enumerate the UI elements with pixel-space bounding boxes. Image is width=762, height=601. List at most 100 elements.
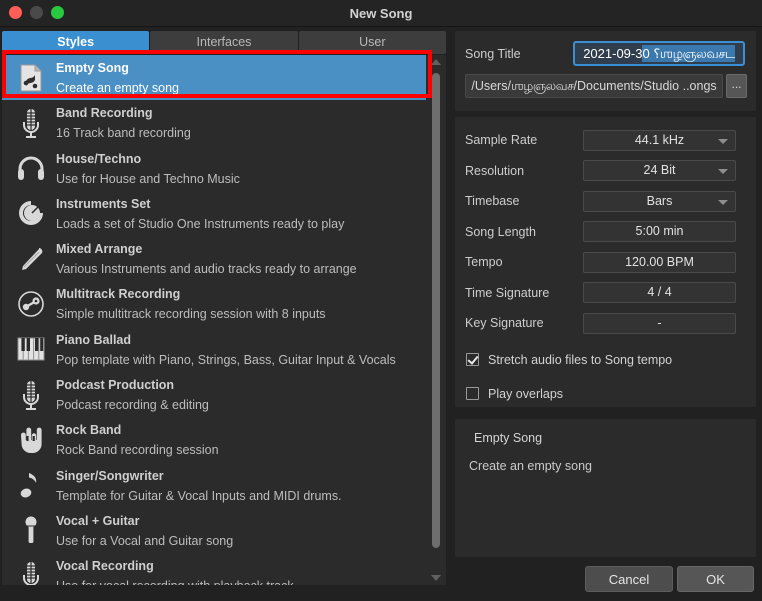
scrollbar-thumb[interactable]: [432, 73, 440, 548]
song-title-text-prefix: 2021-09-3: [583, 46, 643, 61]
stretch-audio-label: Stretch audio files to Song tempo: [488, 352, 673, 367]
setting-row-tempo: Tempo 120.00 BPM: [455, 247, 746, 278]
list-item[interactable]: Empty Song Create an empty song: [2, 55, 426, 101]
play-overlaps-checkbox[interactable]: [466, 387, 479, 400]
list-item[interactable]: Rock Band Rock Band recording session: [2, 417, 426, 462]
key-signature-input[interactable]: -: [583, 312, 736, 334]
headphones-icon: [16, 153, 46, 184]
sample-rate-value: 44.1 kHz: [634, 132, 685, 147]
song-settings-panel: Sample Rate 44.1 kHz Resolution 24 Bit T…: [455, 117, 756, 407]
resolution-value: 24 Bit: [643, 163, 676, 178]
browse-folder-button[interactable]: ...: [726, 74, 747, 98]
tab-interfaces[interactable]: Interfaces: [150, 31, 298, 54]
play-overlaps-checkbox-row[interactable]: Play overlaps: [455, 381, 756, 407]
time-signature-value: 4 / 4: [647, 285, 672, 300]
song-title-text-redacted: ⸮ஶழஞலவசட: [653, 45, 735, 62]
song-path-suffix: /Documents/Studio ..ongs: [573, 79, 717, 93]
list-item[interactable]: Band Recording 16 Track band recording: [2, 100, 426, 145]
tempo-label: Tempo: [465, 255, 503, 270]
list-item-title: Piano Ballad: [56, 332, 132, 347]
handheld-mic-icon: [16, 515, 46, 546]
key-signature-label: Key Signature: [465, 316, 544, 331]
list-item[interactable]: Podcast Production Podcast recording & e…: [2, 372, 426, 417]
window-title: New Song: [349, 6, 413, 21]
scroll-up-arrow-icon[interactable]: [426, 55, 446, 69]
description-body: Create an empty song: [469, 459, 592, 473]
settings-rows: Sample Rate 44.1 kHz Resolution 24 Bit T…: [455, 125, 756, 339]
list-item[interactable]: Vocal + Guitar Use for a Vocal and Guita…: [2, 508, 426, 553]
list-item-title: Instruments Set: [56, 196, 151, 211]
tab-user[interactable]: User: [298, 31, 446, 54]
timebase-dropdown[interactable]: Bars: [583, 190, 736, 212]
title-bar: New Song: [0, 0, 762, 27]
list-item-subtitle: Create an empty song: [56, 81, 179, 95]
microphone-icon: [16, 379, 46, 410]
chevron-down-icon: [718, 138, 728, 144]
list-item-subtitle: Use for House and Techno Music: [56, 171, 240, 186]
music-note-icon: [16, 470, 46, 501]
resolution-label: Resolution: [465, 163, 525, 178]
cancel-button[interactable]: Cancel: [585, 566, 673, 592]
document-song-icon: [16, 62, 46, 93]
sample-rate-label: Sample Rate: [465, 133, 538, 148]
song-length-value: 5:00 min: [635, 224, 684, 239]
list-item-title: Rock Band: [56, 423, 122, 438]
setting-row-key-signature: Key Signature -: [455, 308, 746, 339]
list-item[interactable]: Instruments Set Loads a set of Studio On…: [2, 191, 426, 236]
stretch-audio-checkbox[interactable]: [466, 353, 479, 366]
tempo-input[interactable]: 120.00 BPM: [583, 251, 736, 273]
list-item-subtitle: Simple multitrack recording session with…: [56, 307, 326, 322]
tab-styles[interactable]: Styles: [2, 31, 150, 54]
play-overlaps-label: Play overlaps: [488, 386, 564, 401]
drumstick-icon: [16, 243, 46, 274]
list-item[interactable]: Multitrack Recording Simple multitrack r…: [2, 281, 426, 326]
song-title-label: Song Title: [465, 47, 521, 61]
dialog-footer: Cancel OK: [0, 557, 762, 601]
setting-row-time-signature: Time Signature 4 / 4: [455, 278, 746, 309]
key-signature-value: -: [657, 315, 662, 330]
setting-row-song-length: Song Length 5:00 min: [455, 217, 746, 248]
song-path-prefix: /Users/: [471, 79, 511, 93]
list-item-title: Singer/Songwriter: [56, 468, 164, 483]
setting-row-timebase: Timebase Bars: [455, 186, 746, 217]
list-item-subtitle: Rock Band recording session: [56, 443, 219, 458]
stretch-audio-checkbox-row[interactable]: Stretch audio files to Song tempo: [455, 347, 756, 373]
resolution-dropdown[interactable]: 24 Bit: [583, 160, 736, 182]
list-item-subtitle: 16 Track band recording: [56, 126, 191, 141]
timebase-label: Timebase: [465, 194, 520, 209]
template-list-scrollbar[interactable]: [426, 55, 446, 585]
list-item-title: Multitrack Recording: [56, 287, 181, 302]
templates-pane: Styles Interfaces User Empty Song Create…: [0, 27, 450, 601]
sample-rate-dropdown[interactable]: 44.1 kHz: [583, 129, 736, 151]
song-path-input[interactable]: /Users/ஶழஞலவச/Documents/Studio ..ongs: [465, 74, 723, 98]
list-item[interactable]: Piano Ballad Pop template with Piano, St…: [2, 327, 426, 372]
template-list-container: Empty Song Create an empty song Band Rec…: [2, 55, 446, 585]
tape-reel-icon: [16, 288, 46, 319]
timebase-value: Bars: [646, 193, 673, 208]
song-title-text-selected: 0: [642, 45, 654, 62]
ok-button[interactable]: OK: [677, 566, 754, 592]
chevron-down-icon: [718, 169, 728, 175]
song-title-input[interactable]: 2021-09-30 ⸮ஶழஞலவசட: [573, 41, 745, 66]
list-item-subtitle: Template for Guitar & Vocal Inputs and M…: [56, 488, 342, 503]
list-item-title: Podcast Production: [56, 378, 175, 393]
tempo-value: 120.00 BPM: [625, 254, 694, 269]
knob-icon: [16, 198, 46, 229]
song-length-input[interactable]: 5:00 min: [583, 221, 736, 243]
time-signature-input[interactable]: 4 / 4: [583, 282, 736, 304]
list-item-title: House/Techno: [56, 151, 142, 166]
description-panel: Empty Song Create an empty song: [455, 419, 756, 557]
list-item[interactable]: Singer/Songwriter Template for Guitar & …: [2, 463, 426, 508]
new-song-dialog: New Song Styles Interfaces User Empty So…: [0, 0, 762, 601]
list-item[interactable]: House/Techno Use for House and Techno Mu…: [2, 146, 426, 191]
chevron-down-icon: [718, 199, 728, 205]
microphone-icon: [16, 107, 46, 138]
setting-row-resolution: Resolution 24 Bit: [455, 156, 746, 187]
list-item-subtitle: Podcast recording & editing: [56, 398, 209, 413]
description-title: Empty Song: [474, 431, 543, 445]
tab-bar: Styles Interfaces User: [2, 31, 446, 54]
list-item-title: Mixed Arrange: [56, 242, 143, 257]
list-item-title: Empty Song: [56, 61, 129, 75]
song-length-label: Song Length: [465, 224, 536, 239]
list-item[interactable]: Mixed Arrange Various Instruments and au…: [2, 236, 426, 281]
